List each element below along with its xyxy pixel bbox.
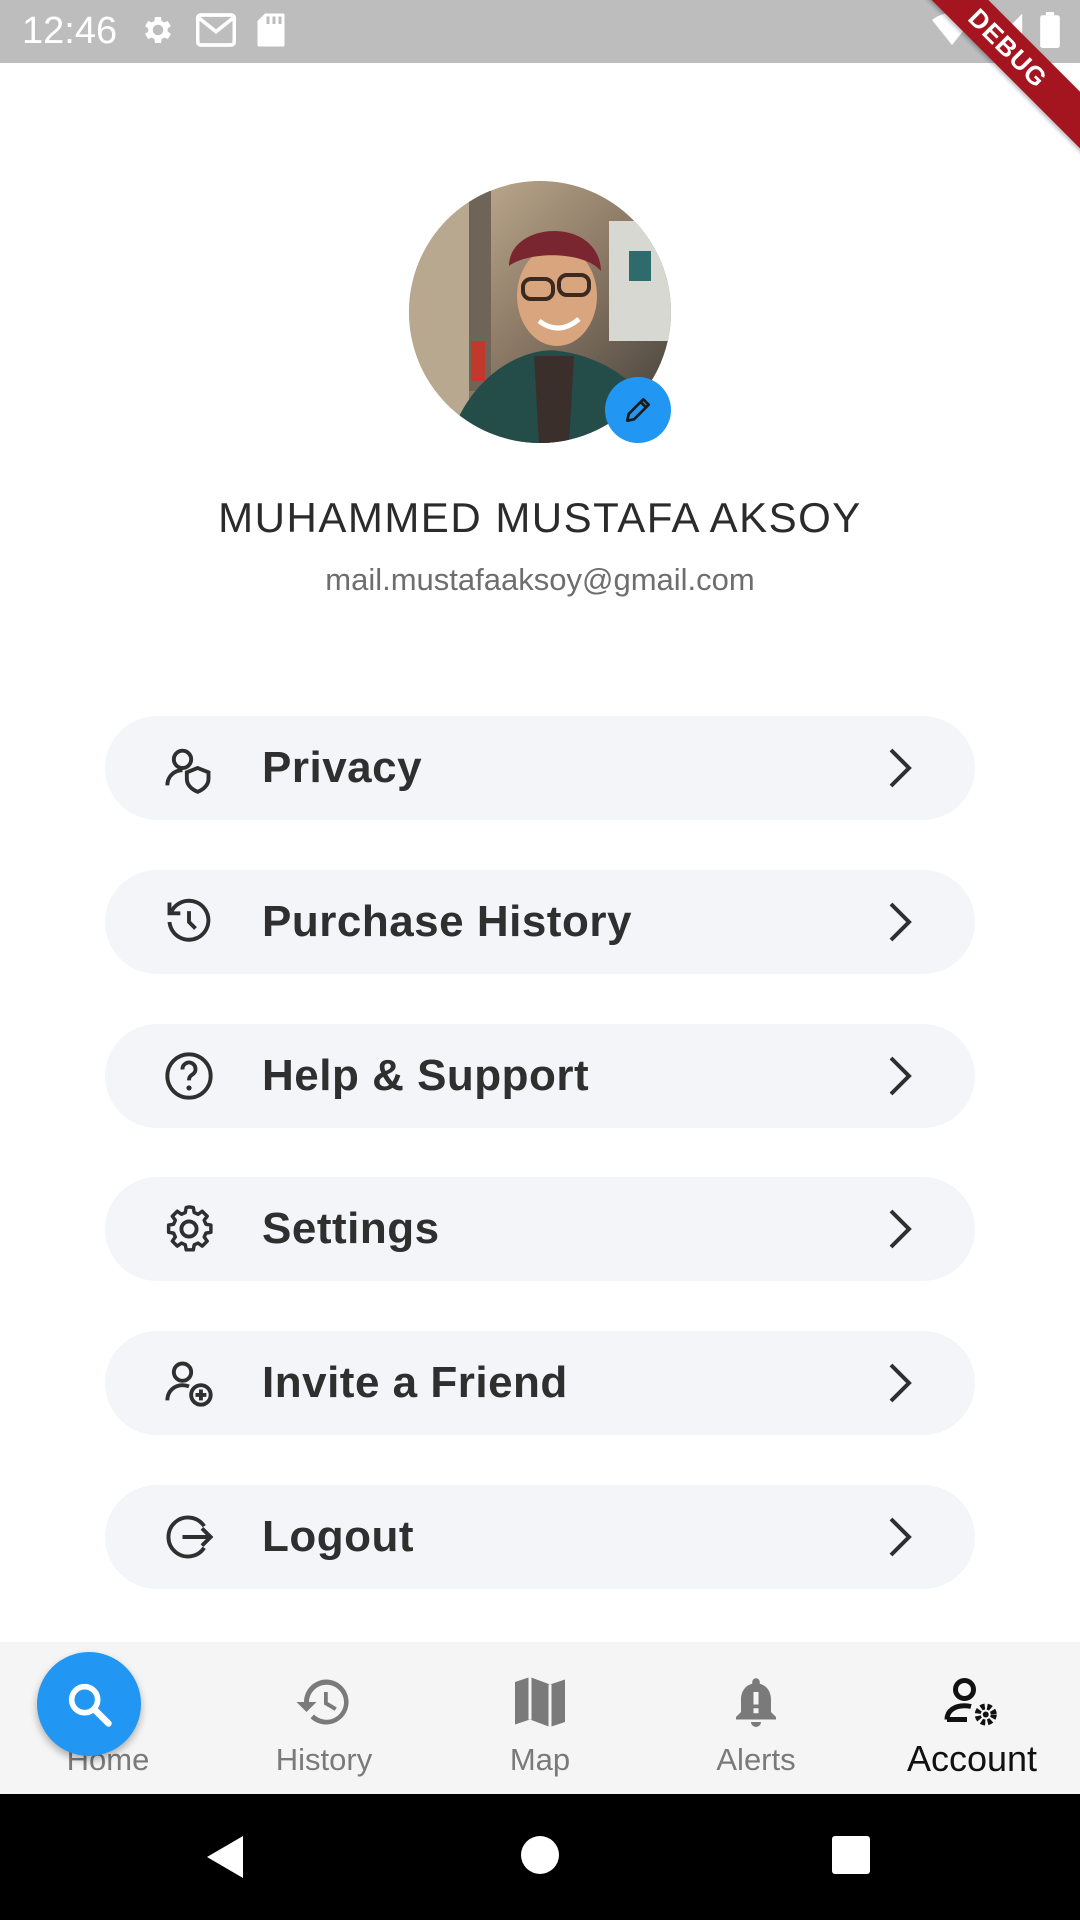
system-navigation-bar [0, 1794, 1080, 1920]
map-icon [515, 1677, 565, 1727]
status-bar: 12:46 DEBUG [0, 0, 1080, 155]
battery-icon [1040, 12, 1060, 48]
search-fab-button[interactable] [37, 1652, 141, 1756]
nav-item-map[interactable]: Map [432, 1642, 648, 1794]
history-icon [296, 1679, 349, 1725]
menu-label: Privacy [262, 743, 423, 792]
user-settings-icon [944, 1678, 997, 1726]
menu-item-settings[interactable]: Settings [105, 1177, 975, 1281]
nav-item-alerts[interactable]: Alerts [648, 1642, 864, 1794]
nav-label: History [275, 1742, 373, 1777]
pencil-icon [626, 398, 650, 422]
nav-item-history[interactable]: History [216, 1642, 432, 1794]
nav-item-account[interactable]: Account [864, 1642, 1080, 1794]
user-shield-icon [165, 748, 211, 794]
status-time: 12:46 [22, 10, 118, 52]
sd-card-icon [257, 13, 285, 47]
logout-icon [166, 1515, 214, 1559]
menu-item-invite-friend[interactable]: Invite a Friend [105, 1331, 975, 1435]
chevron-right-icon [889, 748, 912, 788]
chevron-right-icon [889, 1363, 912, 1403]
gear-icon [145, 16, 171, 44]
menu-item-help-support[interactable]: Help & Support [105, 1024, 975, 1128]
menu-item-privacy[interactable]: Privacy [105, 716, 975, 820]
search-icon [68, 1683, 112, 1727]
recents-icon[interactable] [831, 1835, 871, 1875]
edit-avatar-button[interactable] [605, 377, 671, 443]
nav-label: Account [906, 1738, 1038, 1779]
gmail-icon [196, 13, 236, 47]
profile-avatar-container [409, 181, 671, 443]
nav-label: Map [509, 1742, 571, 1777]
profile-name: MUHAMMED MUSTAFA AKSOY [218, 494, 862, 541]
menu-item-purchase-history[interactable]: Purchase History [105, 870, 975, 974]
menu-label: Logout [262, 1512, 415, 1561]
menu-label: Help & Support [262, 1051, 590, 1100]
history-icon [167, 898, 211, 942]
chevron-right-icon [889, 902, 912, 942]
menu-item-logout[interactable]: Logout [105, 1485, 975, 1589]
menu-label: Invite a Friend [262, 1358, 568, 1407]
user-plus-icon [165, 1361, 213, 1407]
home-circle-icon[interactable] [520, 1835, 560, 1875]
chevron-right-icon [889, 1517, 912, 1557]
chevron-right-icon [889, 1209, 912, 1249]
gear-icon [166, 1205, 213, 1252]
nav-label: Alerts [716, 1742, 796, 1777]
chevron-right-icon [889, 1056, 912, 1096]
bell-alert-icon [736, 1678, 776, 1727]
menu-label: Settings [262, 1204, 440, 1253]
menu-label: Purchase History [262, 897, 632, 946]
help-circle-icon [165, 1052, 213, 1100]
bottom-navigation: Home History Map Alerts Account [0, 1642, 1080, 1794]
back-icon[interactable] [203, 1834, 247, 1880]
profile-email: mail.mustafaaksoy@gmail.com [325, 562, 755, 597]
